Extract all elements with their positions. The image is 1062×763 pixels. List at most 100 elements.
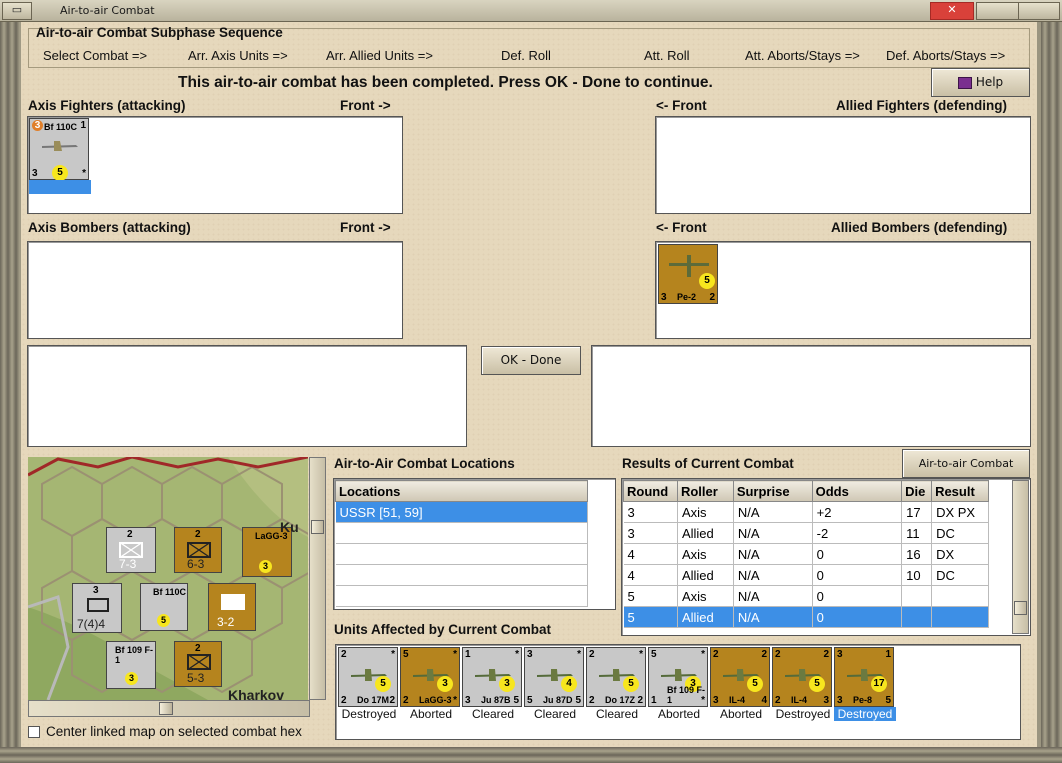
sequence-step-def-aborts: Def. Aborts/Stays => — [886, 48, 1006, 63]
status-message: This air-to-air combat has been complete… — [178, 74, 713, 91]
affected-unit-counter[interactable]: 2 2 5 2 IL-4 3 — [772, 647, 832, 707]
counter-top-right: * — [453, 649, 457, 660]
counter-bottom-left: 3 — [837, 695, 843, 706]
axis-info-panel — [27, 345, 467, 447]
results-col-roller[interactable]: Roller — [676, 480, 734, 502]
map-counter-panzer[interactable]: 3 7(4)4 — [72, 583, 122, 633]
cell-die — [901, 606, 933, 628]
results-row-selected[interactable]: 5 Allied N/A 0 — [623, 606, 989, 628]
axis-bombers-panel[interactable] — [27, 241, 403, 339]
cell-result: DX — [931, 543, 989, 565]
results-row[interactable]: 3 Axis N/A +2 17 DX PX — [623, 501, 989, 523]
counter-value: 7(4)4 — [77, 617, 106, 631]
counter-name: IL-4 — [791, 695, 808, 705]
affected-unit-counter[interactable]: 5 * 3 1 Bf 109 F-1 * — [648, 647, 708, 707]
counter-circle-value: 4 — [561, 676, 577, 692]
affected-unit-counter[interactable]: 2 * 5 2 Do 17M 2 — [338, 647, 398, 707]
map-counter-infantry-3[interactable]: 2 5-3 — [174, 641, 222, 687]
counter-top-left: 2 — [589, 649, 595, 660]
map-vertical-scrollbar[interactable] — [309, 457, 326, 700]
counter-name: Pe-8 — [853, 695, 873, 705]
minimize-button[interactable] — [976, 2, 1020, 20]
map-counter-infantry-2[interactable]: 2 6-3 — [174, 527, 222, 573]
results-table-panel[interactable]: Round Roller Surprise Odds Die Result 3A… — [621, 478, 1031, 636]
counter-top-right: * — [639, 649, 643, 660]
allied-bomber-counter[interactable]: 5 3 Pe-2 2 — [658, 244, 718, 304]
map-counter-bf110[interactable]: Bf 110C 5 — [140, 583, 188, 631]
allied-fighters-panel[interactable] — [655, 116, 1031, 214]
affected-unit-counter[interactable]: 1 * 3 3 Ju 87B 5 — [462, 647, 522, 707]
city-label-ku: Ku — [280, 519, 299, 535]
map-vscroll-thumb[interactable] — [311, 520, 324, 534]
linked-map[interactable]: 2 7-3 2 6-3 LaGG-3 3 3 7(4)4 Bf 110C 5 3… — [28, 457, 308, 700]
affected-unit-result: Destroyed — [834, 707, 896, 721]
affected-unit-counter[interactable]: 5 * 3 2 LaGG-3 * — [400, 647, 460, 707]
affected-unit-counter[interactable]: 3 1 17 3 Pe-8 5 — [834, 647, 894, 707]
axis-bombers-front-label: Front -> — [340, 220, 391, 235]
location-row[interactable]: USSR [51, 59] — [335, 501, 588, 523]
affected-unit-result: Cleared — [471, 707, 515, 721]
counter-circle-value: 3 — [437, 676, 453, 692]
counter-bottom-left: 2 — [341, 695, 347, 706]
results-row[interactable]: 3 Allied N/A -2 11 DC — [623, 522, 989, 544]
cell-result: DX PX — [931, 501, 989, 523]
counter-circle-value: 3 — [499, 676, 515, 692]
map-counter-infantry-1[interactable]: 2 7-3 — [106, 527, 156, 573]
allied-bombers-front-label: <- Front — [656, 220, 707, 235]
results-col-odds[interactable]: Odds — [811, 480, 903, 502]
results-scrollbar[interactable] — [1012, 480, 1029, 634]
locations-column-header[interactable]: Locations — [335, 480, 588, 502]
map-counter-bf109[interactable]: Bf 109 F-1 3 — [106, 641, 156, 689]
affected-unit-counter[interactable]: 3 * 4 5 Ju 87D 5 — [524, 647, 584, 707]
cell-die: 16 — [901, 543, 933, 565]
counter-bottom-right: 2 — [389, 695, 395, 706]
title-bar[interactable]: ▭ Air-to-air Combat ✕ — [0, 0, 1062, 22]
results-col-result[interactable]: Result — [931, 480, 989, 502]
counter-bottom-left: 3 — [465, 695, 471, 706]
sequence-step-att-aborts: Att. Aborts/Stays => — [745, 48, 860, 63]
counter-bottom-left: 1 — [651, 695, 657, 706]
combat-chart-button[interactable]: Air-to-air Combat Chart — [902, 449, 1030, 497]
results-col-round[interactable]: Round — [623, 480, 678, 502]
map-hscroll-thumb[interactable] — [159, 702, 173, 715]
counter-name: IL-4 — [729, 695, 746, 705]
results-row[interactable]: 4 Axis N/A 0 16 DX — [623, 543, 989, 565]
counter-circle-value: 5 — [375, 676, 391, 692]
close-button[interactable]: ✕ — [930, 2, 974, 20]
counter-bottom-right: * — [82, 168, 86, 179]
results-col-surprise[interactable]: Surprise — [732, 480, 813, 502]
counter-name: LaGG-3 — [419, 695, 452, 705]
help-button[interactable]: Help — [931, 68, 1030, 97]
axis-fighter-counter[interactable]: 3 Bf 110C 1 3 5 * — [29, 118, 89, 181]
sequence-step-def-roll: Def. Roll — [501, 48, 551, 63]
map-hex-grid — [28, 457, 308, 700]
sequence-heading: Air-to-air Combat Subphase Sequence — [36, 25, 283, 40]
counter-name: Bf 109 F-1 — [115, 645, 154, 665]
system-menu-button[interactable]: ▭ — [2, 2, 32, 20]
results-col-die[interactable]: Die — [901, 480, 933, 502]
cell-odds: 0 — [812, 564, 903, 586]
sequence-step-select-combat: Select Combat => — [43, 48, 148, 63]
counter-name: Bf 110C — [153, 587, 187, 597]
affected-unit-result: Aborted — [657, 707, 701, 721]
results-scroll-thumb[interactable] — [1014, 601, 1027, 615]
affected-unit-counter[interactable]: 2 2 5 3 IL-4 4 — [710, 647, 770, 707]
map-counter-airborne[interactable]: 3-2 — [208, 583, 256, 631]
cell-round: 5 — [623, 606, 678, 628]
map-horizontal-scrollbar[interactable] — [28, 700, 310, 717]
counter-top-left: 3 — [837, 649, 843, 660]
help-label: Help — [975, 75, 1004, 89]
affected-unit-counter[interactable]: 2 * 5 2 Do 17Z 2 — [586, 647, 646, 707]
results-row[interactable]: 4 Allied N/A 0 10 DC — [623, 564, 989, 586]
window-title: Air-to-air Combat — [60, 4, 155, 17]
cell-odds: 0 — [812, 606, 903, 628]
infantry-symbol-icon — [187, 542, 211, 558]
allied-bombers-label: Allied Bombers (defending) — [831, 220, 1008, 235]
center-map-checkbox[interactable] — [28, 726, 40, 738]
results-row[interactable]: 5 Axis N/A 0 — [623, 585, 989, 607]
ok-done-button[interactable]: OK - Done — [481, 346, 581, 375]
locations-list[interactable]: Locations USSR [51, 59] — [333, 478, 616, 610]
counter-value: 3-2 — [217, 615, 235, 629]
cell-surprise: N/A — [733, 543, 813, 565]
maximize-button[interactable] — [1018, 2, 1060, 20]
